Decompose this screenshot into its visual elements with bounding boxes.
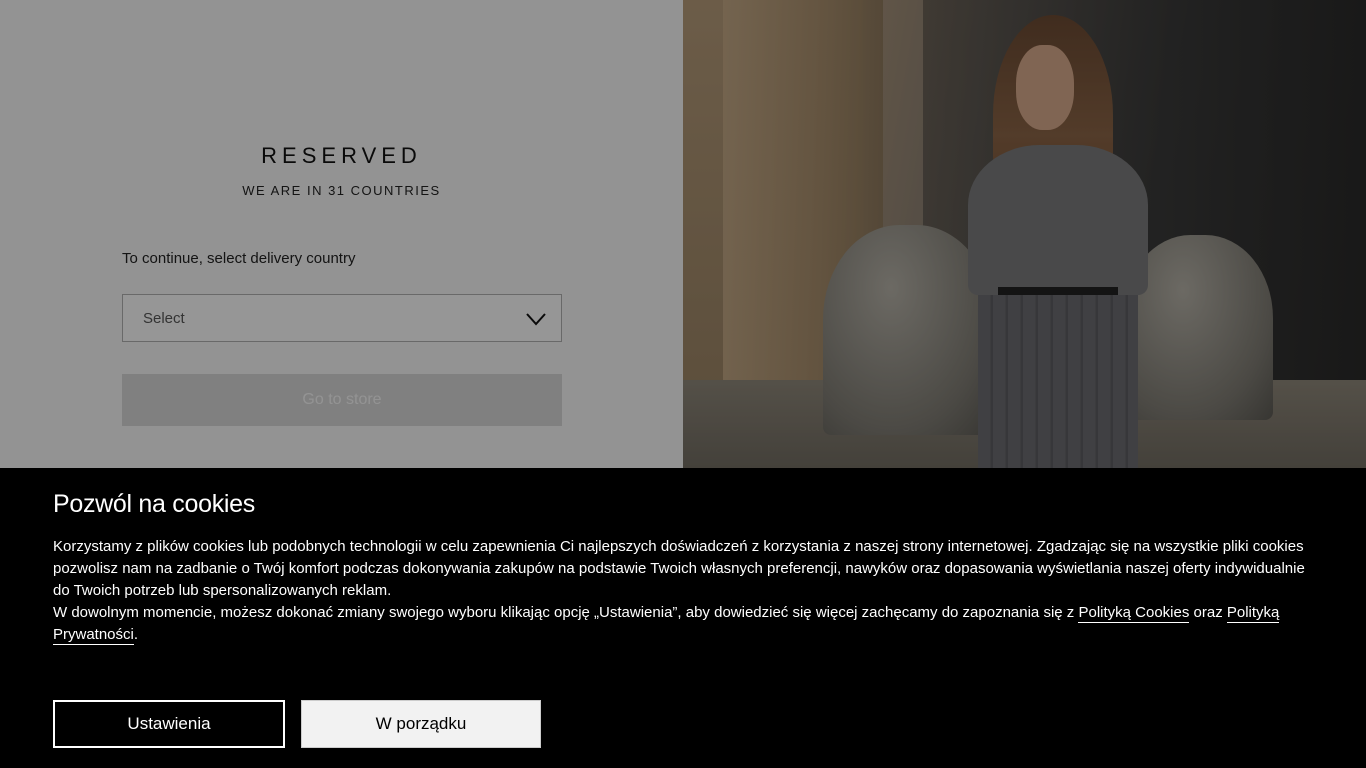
cookie-paragraph-1: Korzystamy z plików cookies lub podobnyc… [53, 538, 1305, 599]
cookie-connector: oraz [1189, 604, 1227, 621]
cookie-paragraph-2-text: W dowolnym momencie, możesz dokonać zmia… [53, 604, 1079, 621]
cookie-accept-button[interactable]: W porządku [301, 700, 541, 748]
cookie-banner: Pozwól na cookies Korzystamy z plików co… [0, 468, 1366, 768]
cookie-text: Korzystamy z plików cookies lub podobnyc… [53, 536, 1315, 646]
cookie-title: Pozwól na cookies [53, 490, 255, 518]
cookie-paragraph-2: W dowolnym momencie, możesz dokonać zmia… [53, 602, 1315, 646]
cookie-policy-link[interactable]: Polityką Cookies [1078, 604, 1190, 623]
cookie-end: . [133, 626, 139, 643]
cookie-settings-button[interactable]: Ustawienia [53, 700, 285, 748]
